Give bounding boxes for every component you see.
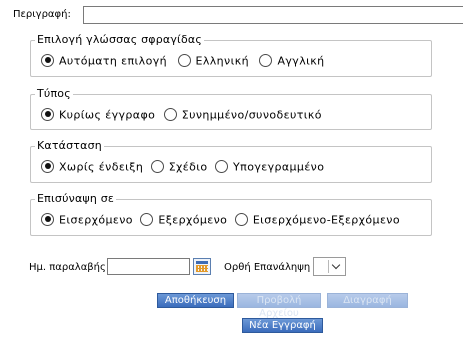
- radio-main-document-label: Κυρίως έγγραφο: [59, 108, 156, 122]
- repeat-select[interactable]: [313, 257, 346, 276]
- radio-english-button[interactable]: [259, 53, 273, 67]
- radio-greek-button[interactable]: [177, 53, 191, 67]
- radio-signed-label: Υπογεγραμμένο: [233, 160, 325, 174]
- save-button[interactable]: Αποθήκευση: [157, 293, 234, 308]
- radio-attachment[interactable]: Συνημμένο/συνοδευτικό: [163, 107, 322, 122]
- radio-incoming-outgoing[interactable]: Εισερχόμενο-Εξερχόμενο: [234, 212, 400, 227]
- radio-no-indication-label: Χωρίς ένδειξη: [59, 160, 144, 174]
- description-row: Περιγραφή:: [0, 6, 463, 24]
- chevron-down-icon[interactable]: [331, 260, 341, 270]
- attach-to-legend: Επισύναψη σε: [35, 192, 117, 206]
- radio-main-document[interactable]: Κυρίως έγγραφο: [41, 107, 156, 122]
- radio-signed[interactable]: Υπογεγραμμένο: [215, 159, 325, 174]
- radio-incoming-outgoing-button[interactable]: [234, 212, 248, 226]
- radio-automatic-label: Αυτόματη επιλογή: [59, 54, 167, 68]
- status-legend: Κατάσταση: [35, 139, 104, 153]
- new-entry-button[interactable]: Νέα Εγγραφή: [242, 318, 323, 333]
- radio-greek[interactable]: Ελληνική: [177, 53, 249, 68]
- radio-outgoing-button[interactable]: [140, 212, 154, 226]
- stamp-language-legend: Επιλογή γλώσσας σφραγίδας: [35, 33, 205, 47]
- radio-attachment-button[interactable]: [163, 107, 177, 121]
- radio-signed-button[interactable]: [215, 159, 229, 173]
- description-input[interactable]: [83, 6, 463, 24]
- radio-incoming-label: Εισερχόμενο: [59, 213, 133, 227]
- radio-automatic[interactable]: Αυτόματη επιλογή: [41, 53, 167, 68]
- radio-incoming-button[interactable]: [41, 212, 54, 226]
- radio-attachment-label: Συνημμένο/συνοδευτικό: [181, 108, 322, 122]
- radio-english[interactable]: Αγγλική: [259, 53, 325, 68]
- radio-draft-label: Σχέδιο: [168, 160, 208, 174]
- radio-english-label: Αγγλική: [277, 54, 325, 68]
- radio-no-indication[interactable]: Χωρίς ένδειξη: [41, 159, 144, 174]
- radio-outgoing-label: Εξερχόμενο: [158, 213, 228, 227]
- repeat-label: Ορθή Επανάληψη: [224, 262, 311, 273]
- radio-main-document-button[interactable]: [41, 107, 54, 121]
- status-group: Κατάσταση Χωρίς ένδειξη Σχέδιο Υπογεγραμ…: [30, 139, 432, 183]
- radio-incoming-outgoing-label: Εισερχόμενο-Εξερχόμενο: [252, 213, 400, 227]
- view-file-button[interactable]: Προβολή Αρχείου: [237, 293, 321, 319]
- radio-automatic-button[interactable]: [41, 53, 54, 67]
- received-date-input[interactable]: [107, 258, 190, 275]
- stamp-language-group: Επιλογή γλώσσας σφραγίδας Αυτόματη επιλο…: [30, 33, 432, 77]
- delete-button[interactable]: Διαγραφή: [327, 293, 408, 308]
- select-divider: [328, 260, 329, 273]
- description-label: Περιγραφή:: [13, 9, 71, 20]
- calendar-icon[interactable]: [193, 258, 211, 275]
- type-group: Τύπος Κυρίως έγγραφο Συνημμένο/συνοδευτι…: [30, 87, 432, 130]
- received-date-label: Ημ. παραλαβής: [29, 262, 106, 273]
- radio-incoming[interactable]: Εισερχόμενο: [41, 212, 133, 227]
- attach-to-group: Επισύναψη σε Εισερχόμενο Εξερχόμενο Εισε…: [30, 192, 432, 236]
- radio-no-indication-button[interactable]: [41, 159, 54, 173]
- radio-draft[interactable]: Σχέδιο: [150, 159, 208, 174]
- radio-draft-button[interactable]: [150, 159, 164, 173]
- type-legend: Τύπος: [35, 87, 73, 101]
- radio-greek-label: Ελληνική: [195, 54, 249, 68]
- radio-outgoing[interactable]: Εξερχόμενο: [140, 212, 228, 227]
